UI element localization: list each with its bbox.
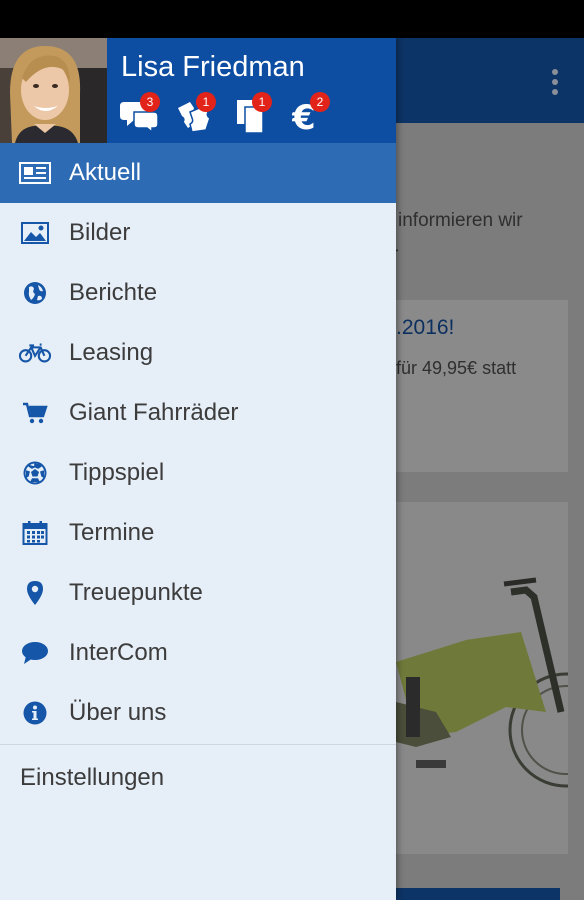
nav-item-label: Bilder [69, 219, 131, 246]
divider [0, 744, 396, 745]
location-pin-icon [19, 578, 51, 608]
documents-button[interactable]: 1 [235, 92, 275, 136]
nav-item-treuepunkte[interactable]: Treuepunkte [0, 563, 396, 623]
calendar-icon [19, 518, 51, 548]
navigation-drawer: Lisa Friedman 3 1 1 € 2 Aktuell Bilder B… [0, 38, 396, 900]
nav-item-leasing[interactable]: Leasing [0, 323, 396, 383]
overflow-menu-icon[interactable] [552, 69, 558, 99]
nav-item-termine[interactable]: Termine [0, 503, 396, 563]
globe-icon [19, 278, 51, 308]
nav-item-label: Berichte [69, 279, 158, 306]
nav-item-label: Leasing [69, 339, 154, 366]
image-icon [19, 218, 51, 248]
newspaper-icon [19, 158, 51, 188]
nav-item-berichte[interactable]: Berichte [0, 263, 396, 323]
tickets-button[interactable]: 1 [176, 92, 216, 136]
nav-item-label: Aktuell [69, 159, 142, 186]
news-card-title: .2016! [396, 316, 455, 339]
user-name: Lisa Friedman [121, 51, 305, 83]
messages-button[interactable]: 3 [120, 92, 160, 136]
points-badge: 2 [310, 92, 330, 112]
nav-item-label: Über uns [69, 699, 167, 726]
soccer-ball-icon [19, 458, 51, 488]
bike-card[interactable] [396, 502, 568, 854]
news-card-text: für 49,95€ statt [396, 358, 517, 378]
nav-item-label: Treuepunkte [69, 579, 203, 606]
messages-badge: 3 [140, 92, 160, 112]
nav-item-label: InterCom [69, 639, 168, 666]
nav-item-giant-fahrraeder[interactable]: Giant Fahrräder [0, 383, 396, 443]
info-icon [19, 698, 51, 728]
avatar[interactable] [0, 38, 107, 143]
nav-item-intercom[interactable]: InterCom [0, 623, 396, 683]
settings-item[interactable]: Einstellungen [20, 764, 164, 792]
bicycle-icon [19, 338, 51, 368]
nav-item-label: Tippspiel [69, 459, 165, 486]
bottom-card [396, 888, 560, 900]
nav-item-bilder[interactable]: Bilder [0, 203, 396, 263]
news-card[interactable]: .2016! für 49,95€ statt [396, 300, 568, 472]
tickets-badge: 1 [196, 92, 216, 112]
status-bar [0, 0, 584, 38]
nav-item-aktuell[interactable]: Aktuell [0, 143, 396, 203]
speech-bubble-icon [19, 638, 51, 668]
nav-list: Aktuell Bilder Berichte Leasing Giant Fa… [0, 143, 396, 745]
background-text: informieren wir [398, 210, 523, 231]
bicycle-image [396, 577, 568, 788]
nav-item-tippspiel[interactable]: Tippspiel [0, 443, 396, 503]
nav-item-label: Giant Fahrräder [69, 399, 239, 426]
nav-item-label: Termine [69, 519, 155, 546]
documents-badge: 1 [252, 92, 272, 112]
cart-icon [19, 398, 51, 428]
points-button[interactable]: € 2 [292, 92, 332, 136]
nav-item-ueber-uns[interactable]: Über uns [0, 683, 396, 743]
drawer-header: Lisa Friedman 3 1 1 € 2 [0, 38, 396, 143]
